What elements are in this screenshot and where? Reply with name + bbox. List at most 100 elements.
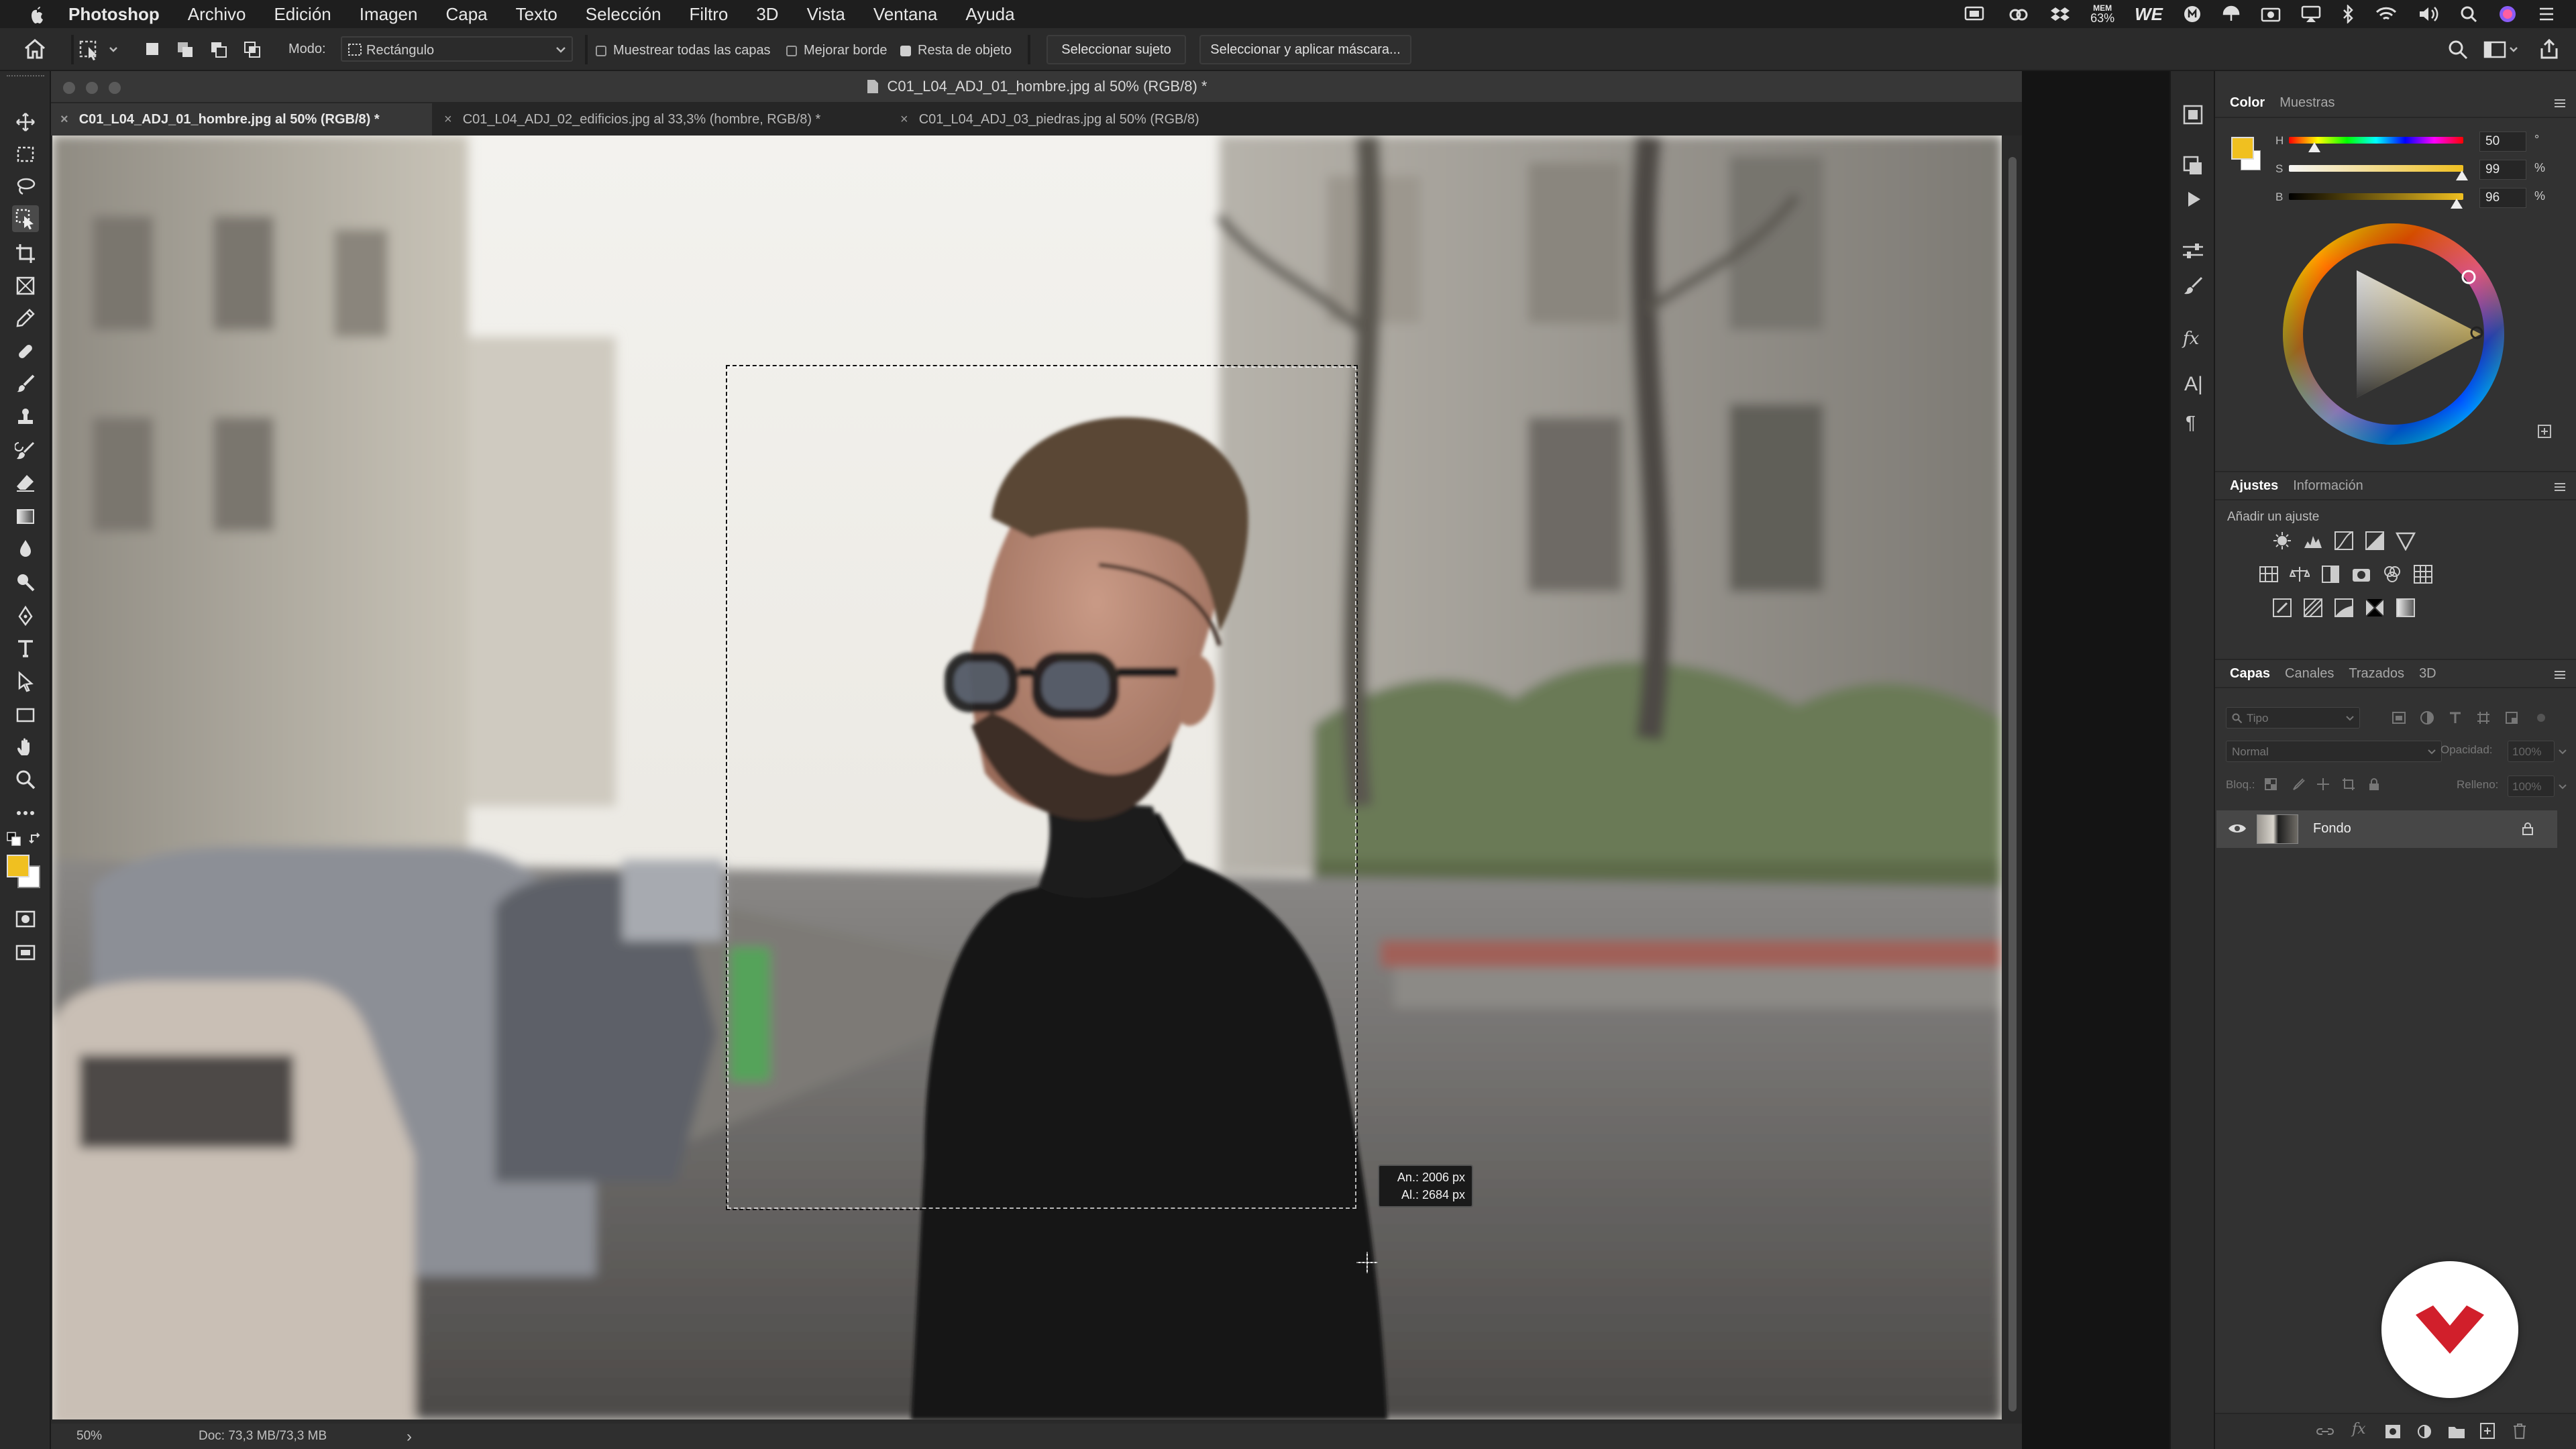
pen-tool[interactable] <box>12 602 39 629</box>
crop-tool[interactable] <box>12 240 39 267</box>
tab-adjustments[interactable]: Ajustes <box>2230 478 2278 494</box>
libraries-icon[interactable] <box>2182 103 2204 126</box>
brightness-contrast-icon[interactable] <box>2271 530 2293 551</box>
layer-row[interactable]: Fondo <box>2216 810 2557 848</box>
filter-adjustment-icon[interactable] <box>2419 710 2435 726</box>
tab-piedras[interactable]: × C01_L04_ADJ_03_piedras.jpg al 50% (RGB… <box>891 103 1293 136</box>
blend-mode-dropdown[interactable]: Normal <box>2226 741 2442 762</box>
zoom-tool[interactable] <box>12 766 39 793</box>
blur-tool[interactable] <box>12 535 39 562</box>
volume-icon[interactable] <box>2418 5 2439 23</box>
spotlight-search-icon[interactable] <box>2459 5 2478 23</box>
close-tab-icon[interactable]: × <box>444 112 452 127</box>
tab-layers[interactable]: Capas <box>2230 666 2270 682</box>
menu-texto[interactable]: Texto <box>516 4 557 25</box>
tab-channels[interactable]: Canales <box>2285 666 2334 682</box>
chevron-down-icon[interactable] <box>2559 749 2567 755</box>
lock-pixels-icon[interactable] <box>2290 777 2305 792</box>
frame-tool[interactable] <box>12 272 39 299</box>
lock-artboard-icon[interactable] <box>2341 777 2356 792</box>
character-icon[interactable]: A| <box>2184 373 2203 396</box>
object-selection-tool[interactable] <box>12 205 39 232</box>
dodge-tool[interactable] <box>12 569 39 596</box>
app-circle-icon[interactable] <box>2183 5 2202 23</box>
add-to-selection-icon[interactable] <box>176 40 196 59</box>
tab-3d[interactable]: 3D <box>2419 666 2436 682</box>
menu-archivo[interactable]: Archivo <box>188 4 246 25</box>
enhance-edge-checkbox[interactable]: Mejorar borde <box>786 43 888 58</box>
select-subject-button[interactable]: Seleccionar sujeto <box>1046 35 1186 64</box>
umbrella-icon[interactable] <box>2222 5 2241 23</box>
exposure-icon[interactable] <box>2364 530 2385 551</box>
color-wheel[interactable] <box>2279 220 2508 448</box>
document-titlebar[interactable]: C01_L04_ADJ_01_hombre.jpg al 50% (RGB/8)… <box>51 71 2022 103</box>
hand-tool[interactable] <box>12 734 39 761</box>
tab-hombre[interactable]: × C01_L04_ADJ_01_hombre.jpg al 50% (RGB/… <box>51 103 432 136</box>
menu-app-name[interactable]: Photoshop <box>68 4 160 25</box>
paragraph-icon[interactable]: ¶ <box>2186 412 2196 433</box>
brushes-icon[interactable] <box>2182 275 2204 298</box>
tab-color[interactable]: Color <box>2230 95 2265 111</box>
intersect-selection-icon[interactable] <box>243 40 263 59</box>
menu-3d[interactable]: 3D <box>756 4 778 25</box>
camera-icon[interactable] <box>2261 5 2281 23</box>
wetransfer-icon[interactable]: WE <box>2135 4 2163 25</box>
default-colors-icon[interactable] <box>7 832 21 847</box>
actions-play-icon[interactable] <box>2183 189 2203 209</box>
status-menu-arrow[interactable]: › <box>407 1428 412 1446</box>
selective-color-icon[interactable] <box>2364 597 2385 619</box>
bluetooth-icon[interactable] <box>2341 5 2355 23</box>
brightness-slider-handle[interactable] <box>2450 199 2463 209</box>
menu-imagen[interactable]: Imagen <box>360 4 418 25</box>
vibrance-icon[interactable] <box>2395 530 2416 551</box>
delete-layer-trash-icon[interactable] <box>2512 1422 2528 1440</box>
move-tool[interactable] <box>12 109 39 136</box>
layer-lock-icon[interactable] <box>2521 821 2534 836</box>
tool-preset-picker-icon[interactable] <box>78 38 122 62</box>
menu-seleccion[interactable]: Selección <box>586 4 661 25</box>
filter-type-icon[interactable] <box>2447 710 2463 726</box>
channel-mixer-icon[interactable] <box>2381 564 2403 585</box>
more-tools[interactable] <box>12 800 39 826</box>
lasso-tool[interactable] <box>12 173 39 200</box>
properties-icon[interactable] <box>2182 241 2204 262</box>
siri-icon[interactable] <box>2498 5 2517 23</box>
brightness-slider[interactable] <box>2289 193 2463 200</box>
invert-icon[interactable] <box>2271 597 2293 619</box>
panel-menu-icon[interactable] <box>2553 480 2567 494</box>
select-and-mask-button[interactable]: Seleccionar y aplicar máscara... <box>1199 35 1411 64</box>
mode-dropdown[interactable]: Rectángulo <box>341 36 573 62</box>
screen-mode-button[interactable] <box>12 939 39 966</box>
posterize-icon[interactable] <box>2302 597 2324 619</box>
airplay-icon[interactable] <box>2301 5 2321 23</box>
lock-position-icon[interactable] <box>2316 777 2330 792</box>
curves-icon[interactable] <box>2333 530 2355 551</box>
memory-monitor[interactable]: MEM 63% <box>2090 4 2114 24</box>
hue-slider-handle[interactable] <box>2308 142 2321 153</box>
object-subtract-checkbox[interactable]: Resta de objeto <box>900 43 1012 58</box>
saturation-slider-handle[interactable] <box>2455 170 2469 181</box>
color-foreground-swatch[interactable] <box>2231 137 2254 160</box>
screen-share-icon[interactable] <box>1964 5 1987 23</box>
hue-saturation-icon[interactable] <box>2258 564 2279 585</box>
healing-brush-tool[interactable] <box>12 338 39 365</box>
eye-visibility-icon[interactable] <box>2227 821 2247 836</box>
brush-tool[interactable] <box>12 370 39 397</box>
fill-value[interactable]: 100% <box>2508 775 2555 797</box>
creative-cloud-icon[interactable] <box>2007 5 2030 23</box>
quick-mask-button[interactable] <box>12 906 39 932</box>
add-color-icon[interactable] <box>2537 424 2552 439</box>
wifi-icon[interactable] <box>2375 5 2398 23</box>
gradient-map-icon[interactable] <box>2395 597 2416 619</box>
menu-capa[interactable]: Capa <box>445 4 487 25</box>
dropbox-icon[interactable] <box>2050 5 2070 23</box>
document-canvas[interactable]: An.: 2006 px Al.: 2684 px <box>52 136 2002 1419</box>
filter-smart-object-icon[interactable] <box>2504 710 2520 726</box>
tab-paths[interactable]: Trazados <box>2349 666 2404 682</box>
toolbar-grip[interactable] <box>7 75 44 79</box>
menu-vista[interactable]: Vista <box>807 4 845 25</box>
eyedropper-tool[interactable] <box>12 305 39 331</box>
menu-filtro[interactable]: Filtro <box>690 4 729 25</box>
tab-swatches[interactable]: Muestras <box>2279 95 2334 111</box>
history-icon[interactable] <box>2182 154 2204 177</box>
